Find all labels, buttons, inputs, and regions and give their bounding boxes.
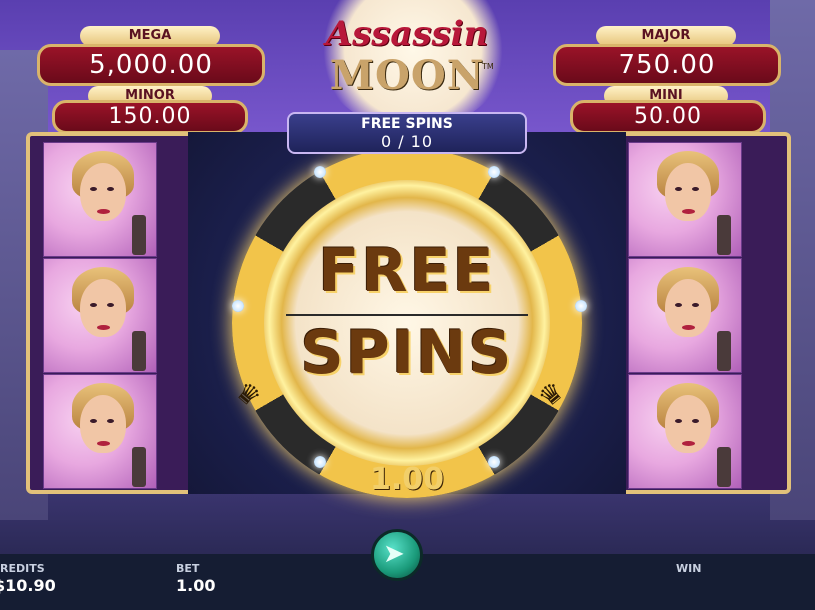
chip-divider	[286, 314, 528, 316]
jackpot-minor-value: 150.00	[52, 100, 248, 134]
symbol-eye-right	[692, 187, 699, 191]
symbol-eye-right	[107, 303, 114, 307]
reel-symbol-assassin-woman	[628, 374, 742, 489]
gem-icon	[314, 166, 326, 178]
gem-icon	[575, 300, 587, 312]
symbol-eye-right	[692, 303, 699, 307]
logo-trademark: TM	[482, 62, 494, 71]
win-label: WIN	[676, 562, 702, 575]
bet-label: BET	[176, 562, 200, 575]
jackpot-mega-label: MEGA	[80, 26, 220, 46]
symbol-eye-left	[675, 187, 682, 191]
logo-moon: MOON	[329, 52, 485, 99]
spin-arrow-icon: ➤	[383, 539, 405, 569]
gem-icon	[488, 166, 500, 178]
reel-symbol-assassin-woman	[43, 142, 157, 257]
gem-icon	[232, 300, 244, 312]
symbol-eye-right	[692, 419, 699, 423]
credits-label: REDITS	[0, 562, 45, 575]
symbol-lips	[682, 325, 695, 330]
symbol-lips	[97, 441, 110, 446]
free-spins-title-line2: SPINS	[300, 318, 514, 388]
symbol-eye-left	[675, 419, 682, 423]
free-spins-title-line1: FREE	[318, 236, 496, 306]
bet-value: 1.00	[176, 576, 216, 595]
gem-icon	[488, 456, 500, 468]
jackpot-major-label: MAJOR	[596, 26, 736, 46]
jackpot-major-value: 750.00	[553, 44, 781, 86]
pistol-icon	[717, 331, 731, 371]
reel-symbol-assassin-woman	[43, 258, 157, 373]
reel-symbol-assassin-woman	[628, 258, 742, 373]
reel-symbol-assassin-woman	[43, 374, 157, 489]
pistol-icon	[717, 215, 731, 255]
symbol-lips	[97, 325, 110, 330]
symbol-eye-right	[107, 419, 114, 423]
jackpot-mega-value: 5,000.00	[37, 44, 265, 86]
symbol-lips	[97, 209, 110, 214]
chip-bet-value: 1.00	[369, 462, 445, 497]
reel-symbol-assassin-woman	[628, 142, 742, 257]
pistol-icon	[132, 447, 146, 487]
gem-icon	[314, 456, 326, 468]
free-spins-counter-label: FREE SPINS	[361, 116, 453, 132]
spin-button[interactable]: ➤	[371, 529, 423, 581]
pistol-icon	[717, 447, 731, 487]
symbol-eye-right	[107, 187, 114, 191]
symbol-eye-left	[90, 419, 97, 423]
symbol-lips	[682, 441, 695, 446]
symbol-eye-left	[90, 303, 97, 307]
symbol-lips	[682, 209, 695, 214]
pistol-icon	[132, 215, 146, 255]
symbol-eye-left	[90, 187, 97, 191]
free-spins-counter-value: 0 / 10	[380, 132, 434, 151]
credits-value: $10.90	[0, 576, 56, 595]
logo-assassin: Assassin	[325, 14, 489, 54]
pistol-icon	[132, 331, 146, 371]
symbol-eye-left	[675, 303, 682, 307]
jackpot-mini-value: 50.00	[570, 100, 766, 134]
